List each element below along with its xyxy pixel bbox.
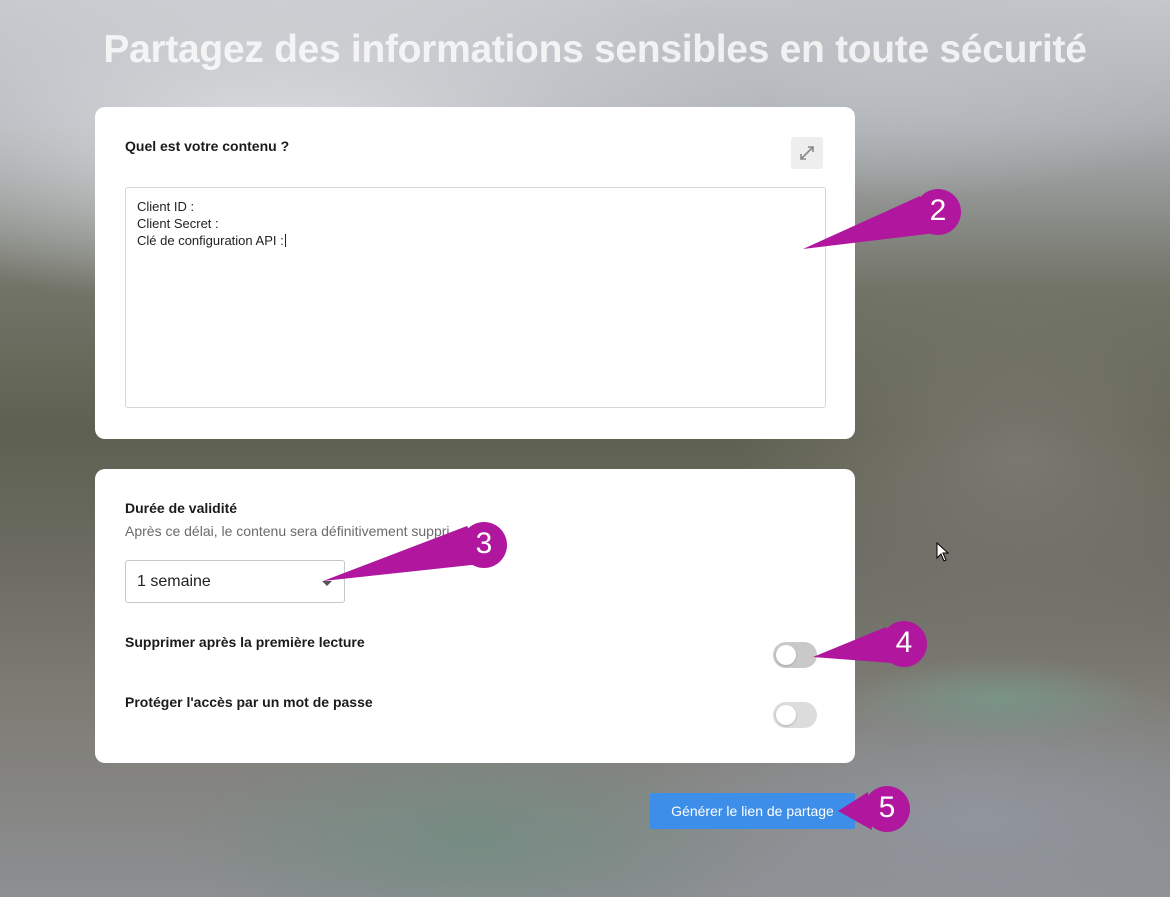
callout-3-bubble <box>461 522 507 568</box>
callout-2-bubble <box>915 189 961 235</box>
callout-overlay <box>323 189 961 832</box>
callout-5-bubble <box>864 786 910 832</box>
mouse-cursor-icon <box>936 542 950 562</box>
callout-4-bubble <box>881 621 927 667</box>
